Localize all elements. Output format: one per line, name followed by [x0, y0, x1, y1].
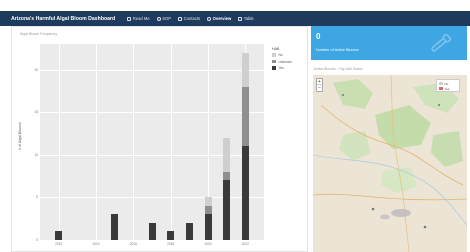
bar-unknown-2021: [223, 171, 231, 181]
nav-table[interactable]: Table: [238, 16, 254, 21]
map-legend-swatch-yes: [438, 87, 443, 90]
plot-area: [40, 44, 264, 241]
map-legend-item-no: No: [438, 81, 458, 86]
bar-yes-2015: [111, 214, 119, 240]
x-gridline: [96, 44, 97, 240]
bar-unknown-2022: [241, 86, 249, 147]
y-gridline: [40, 112, 264, 113]
y-tick-label: 0: [36, 238, 38, 242]
y-tick-label: 10: [34, 152, 38, 157]
bar-no-2020: [204, 197, 212, 206]
x-tick-label: 2016: [129, 242, 137, 246]
legend-label-yes: Yes: [278, 66, 284, 70]
contacts-icon: [178, 16, 183, 21]
github-icon: [156, 16, 161, 21]
table-icon: [238, 16, 243, 21]
eyedropper-icon: [431, 33, 452, 52]
x-tick-label: 2014: [92, 242, 100, 246]
x-gridline: [133, 44, 134, 240]
map-legend-swatch-no: [438, 82, 443, 85]
y-tick-label: 15: [34, 110, 38, 115]
bar-no-2021: [223, 137, 231, 172]
chart-legend: HAB No Unknown Yes: [272, 47, 292, 73]
active-blooms-value: 0: [316, 32, 321, 41]
book-icon: [127, 16, 132, 21]
x-gridline: [170, 44, 172, 240]
y-gridline: [40, 197, 264, 198]
legend-item-yes: Yes: [272, 66, 292, 70]
map-panel-title: Active Blooms - City Nat'l Status: [314, 67, 363, 71]
bar-yes-2022: [241, 146, 249, 240]
bar-yes-2019: [185, 222, 193, 240]
map-zoom-control: + −: [316, 78, 323, 92]
nav-menu: Read Me SOP Contacts Overview Table: [127, 16, 254, 21]
y-gridline: [40, 240, 264, 241]
x-tick-label: 2022: [241, 242, 249, 246]
legend-swatch-yes: [272, 66, 276, 70]
app-title: Arizona's Harmful Algal Bloom Dashboard: [11, 15, 116, 22]
x-gridline: [58, 44, 60, 240]
nav-read-me[interactable]: Read Me: [127, 16, 150, 21]
map-legend-label-no: No: [444, 81, 449, 86]
bar-yes-2017: [148, 222, 156, 240]
bar-yes-2020: [204, 214, 212, 240]
y-gridline: [40, 69, 264, 71]
legend-label-no: No: [278, 53, 283, 57]
x-tick-label: 2018: [167, 242, 175, 246]
dashboard-icon: [207, 16, 212, 21]
legend-label-unknown: Unknown: [278, 59, 292, 64]
map-tiles: [313, 75, 467, 252]
nav-sop-label: SOP: [162, 16, 172, 21]
bar-yes-2018: [167, 231, 175, 240]
map-legend-item-yes: Yes: [438, 86, 458, 91]
legend-swatch-no: [272, 53, 276, 57]
nav-contacts-label: Contacts: [183, 16, 201, 21]
zoom-out-button[interactable]: −: [317, 85, 322, 91]
map-legend-label-yes: Yes: [444, 86, 450, 91]
nav-overview[interactable]: Overview: [207, 16, 231, 21]
nav-sop[interactable]: SOP: [156, 16, 172, 21]
nav-overview-label: Overview: [212, 16, 232, 21]
nav-table-label: Table: [243, 16, 254, 21]
bar-yes-2021: [223, 180, 231, 240]
bar-yes-2012: [55, 231, 63, 240]
legend-swatch-unknown: [272, 59, 276, 64]
nav-read-me-label: Read Me: [132, 16, 150, 21]
map-legend: No Yes: [436, 79, 460, 92]
active-blooms-label: Number of Active Blooms: [316, 48, 359, 52]
nav-contacts[interactable]: Contacts: [178, 16, 200, 21]
x-tick-label: 2020: [204, 242, 212, 246]
x-tick-label: 2012: [55, 242, 63, 246]
chart-panel-title: Algal Bloom Frequency: [20, 32, 58, 36]
bar-unknown-2020: [204, 205, 212, 215]
y-axis-label: # of Algal Blooms: [18, 122, 22, 150]
bloom-map[interactable]: [313, 75, 467, 252]
top-navbar: Arizona's Harmful Algal Bloom Dashboard …: [0, 11, 470, 26]
bar-no-2022: [241, 52, 249, 87]
legend-item-no: No: [272, 53, 292, 57]
legend-item-unknown: Unknown: [272, 60, 292, 64]
y-tick-label: 20: [34, 67, 38, 72]
legend-title: HAB: [272, 47, 280, 51]
y-tick-label: 5: [36, 195, 38, 200]
y-gridline: [40, 154, 264, 156]
